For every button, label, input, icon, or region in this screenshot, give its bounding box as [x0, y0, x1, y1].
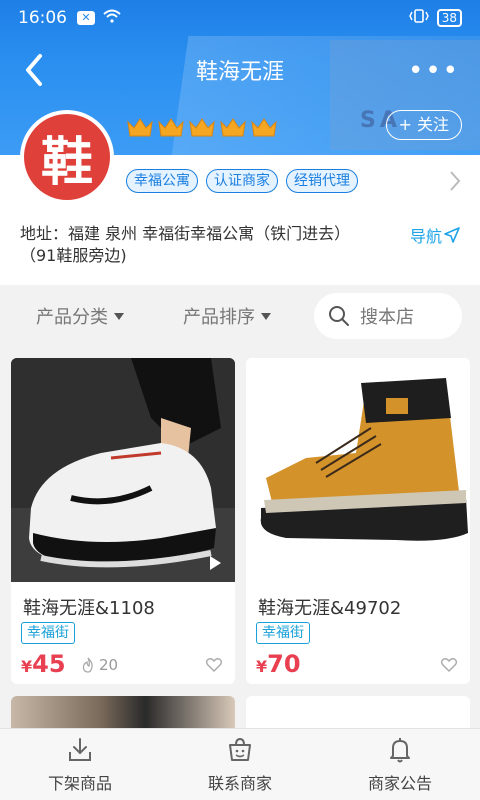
- product-image: [246, 358, 470, 582]
- product-card[interactable]: 鞋海无涯&49702 幸福街 ¥70: [246, 358, 470, 684]
- like-count: 20: [81, 656, 118, 674]
- navigate-label: 导航: [409, 227, 442, 246]
- price-value: 70: [267, 650, 301, 678]
- status-time: 16:06: [18, 8, 67, 28]
- video-play-icon[interactable]: [210, 556, 221, 570]
- product-name: 鞋海无涯&1108: [23, 598, 155, 619]
- store-tag: 经销代理: [286, 169, 358, 193]
- crown-icon: [251, 118, 277, 137]
- currency-symbol: ¥: [21, 657, 33, 676]
- address-line: 地址：福建 泉州 幸福街幸福公寓（铁门进去）: [20, 224, 351, 243]
- category-filter[interactable]: 产品分类: [36, 303, 124, 329]
- caret-down-icon: [261, 312, 271, 320]
- crown-icon: [189, 118, 215, 137]
- crown-icon: [220, 118, 246, 137]
- location-badge: 幸福街: [256, 622, 310, 644]
- store-rating-crowns: [126, 116, 278, 138]
- sort-filter[interactable]: 产品排序: [183, 303, 271, 329]
- product-price: ¥70: [256, 650, 301, 678]
- bottom-tab-bar: 下架商品 联系商家 商家公告: [0, 728, 480, 800]
- heart-icon[interactable]: [205, 656, 223, 674]
- navigate-link[interactable]: 导航: [410, 223, 460, 247]
- store-search-input[interactable]: 搜本店: [314, 293, 462, 339]
- category-filter-label: 产品分类: [36, 307, 108, 328]
- filter-bar: 产品分类 产品排序 搜本店: [0, 285, 480, 347]
- tab-label: 联系商家: [207, 773, 272, 793]
- tab-contact-seller[interactable]: 联系商家: [160, 729, 320, 800]
- chevron-right-icon[interactable]: [448, 169, 462, 199]
- more-dots-icon[interactable]: •••: [408, 56, 460, 86]
- sort-filter-label: 产品排序: [183, 307, 255, 328]
- crown-icon: [158, 118, 184, 137]
- store-address: 地址：福建 泉州 幸福街幸福公寓（铁门进去） （91鞋服旁边): [20, 223, 380, 267]
- store-logo: 鞋: [20, 110, 114, 204]
- follow-button[interactable]: + 关注: [385, 110, 462, 140]
- store-tag: 幸福公寓: [126, 169, 198, 193]
- wifi-icon: [103, 9, 121, 27]
- search-placeholder: 搜本店: [360, 307, 414, 328]
- tab-label: 商家公告: [367, 773, 432, 793]
- navigation-arrow-icon: [444, 227, 460, 243]
- store-tags: 幸福公寓 认证商家 经销代理: [126, 169, 358, 193]
- location-badge: 幸福街: [21, 622, 75, 644]
- vibrate-icon: [408, 8, 429, 29]
- tab-label: 下架商品: [47, 773, 112, 793]
- store-tag: 认证商家: [206, 169, 278, 193]
- like-count-value: 20: [99, 656, 119, 674]
- contact-bag-icon: [229, 737, 251, 761]
- currency-symbol: ¥: [256, 657, 268, 676]
- product-card[interactable]: 鞋海无涯&1108 幸福街 ¥45 20: [11, 358, 235, 684]
- tab-store-announcement[interactable]: 商家公告: [320, 729, 480, 800]
- download-tray-icon: [69, 737, 91, 761]
- status-bar: 16:06 ✕ 38: [0, 0, 480, 36]
- top-navbar: 鞋海无涯 •••: [0, 42, 480, 98]
- search-icon: [329, 306, 349, 326]
- notification-icon: ✕: [77, 11, 95, 25]
- product-name: 鞋海无涯&49702: [258, 598, 402, 619]
- heart-icon[interactable]: [440, 656, 458, 674]
- bell-icon: [390, 737, 410, 762]
- crown-icon: [127, 118, 153, 137]
- tab-delisted-products[interactable]: 下架商品: [0, 729, 160, 800]
- flame-icon: [82, 657, 93, 673]
- product-image: [11, 358, 235, 582]
- battery-indicator: 38: [436, 9, 462, 27]
- price-value: 45: [32, 650, 66, 678]
- address-line: （91鞋服旁边): [20, 246, 127, 265]
- product-price: ¥45: [21, 650, 66, 678]
- caret-down-icon: [114, 312, 124, 320]
